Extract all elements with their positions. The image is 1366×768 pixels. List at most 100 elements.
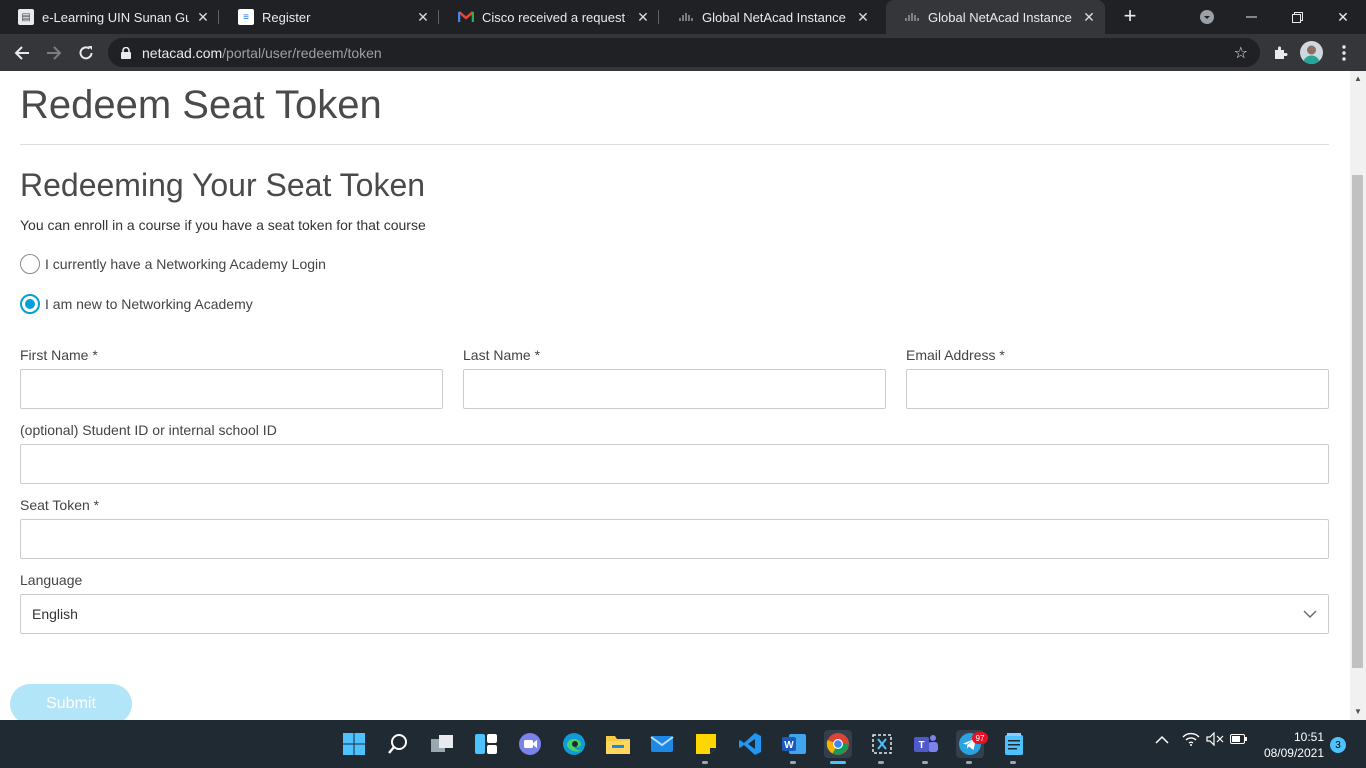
- browser-tab[interactable]: ▤ e-Learning UIN Sunan Gunung Djati ✕: [0, 0, 219, 34]
- new-tab-icon[interactable]: +: [1118, 5, 1142, 29]
- svg-text:W: W: [784, 740, 794, 751]
- mail-icon[interactable]: [648, 730, 676, 758]
- tab-separator: [438, 10, 439, 24]
- seat-token-label: Seat Token *: [20, 497, 100, 513]
- back-icon[interactable]: [9, 40, 35, 66]
- minimize-icon[interactable]: [1228, 0, 1274, 34]
- url-host: netacad.com: [142, 44, 223, 61]
- cisco-favicon-icon: [678, 9, 694, 25]
- close-tab-icon[interactable]: ✕: [1079, 7, 1099, 27]
- language-select[interactable]: English: [20, 594, 1329, 634]
- close-tab-icon[interactable]: ✕: [413, 7, 433, 27]
- volume-muted-icon[interactable]: [1206, 731, 1224, 749]
- notification-count-badge[interactable]: 3: [1330, 737, 1346, 753]
- bookmark-star-icon[interactable]: ☆: [1234, 43, 1248, 63]
- svg-text:T: T: [918, 740, 924, 751]
- elearning-favicon-icon: ▤: [18, 9, 34, 25]
- close-tab-icon[interactable]: ✕: [633, 7, 653, 27]
- tab-search-icon[interactable]: [1184, 0, 1230, 34]
- browser-tab-bar: ▤ e-Learning UIN Sunan Gunung Djati ✕ ≡ …: [0, 0, 1366, 34]
- profile-avatar[interactable]: [1300, 41, 1323, 64]
- chrome-icon[interactable]: [824, 730, 852, 758]
- word-icon[interactable]: W: [780, 730, 808, 758]
- active-indicator: [830, 761, 846, 764]
- running-indicator: [878, 761, 884, 764]
- search-icon[interactable]: [384, 730, 412, 758]
- file-explorer-icon[interactable]: [604, 730, 632, 758]
- browser-menu-icon[interactable]: [1331, 40, 1357, 66]
- task-view-icon[interactable]: [428, 730, 456, 758]
- radio-new-user[interactable]: I am new to Networking Academy: [20, 294, 253, 314]
- snipping-icon[interactable]: [868, 730, 896, 758]
- language-selected-value: English: [32, 606, 78, 622]
- page-scrollbar[interactable]: ▲ ▼: [1350, 71, 1366, 720]
- edge-icon[interactable]: [560, 730, 588, 758]
- browser-tab[interactable]: Global NetAcad Instance | Redeem ✕: [660, 0, 879, 34]
- radio-existing-login[interactable]: I currently have a Networking Academy Lo…: [20, 254, 326, 274]
- widgets-icon[interactable]: [472, 730, 500, 758]
- reload-icon[interactable]: [73, 40, 99, 66]
- student-id-label: (optional) Student ID or internal school…: [20, 422, 277, 438]
- url-text: netacad.com/portal/user/redeem/token: [142, 45, 382, 61]
- radio-button-unchecked[interactable]: [20, 254, 40, 274]
- running-indicator: [922, 761, 928, 764]
- browser-tab-active[interactable]: Global NetAcad Instance | Redeem ✕: [886, 0, 1105, 34]
- scroll-up-icon[interactable]: ▲: [1354, 74, 1362, 83]
- submit-button[interactable]: Submit: [10, 684, 132, 720]
- vscode-icon[interactable]: [736, 730, 764, 758]
- wifi-icon[interactable]: [1182, 732, 1200, 749]
- radio-button-checked[interactable]: [20, 294, 40, 314]
- section-title: Redeeming Your Seat Token: [20, 167, 426, 203]
- scrollbar-thumb[interactable]: [1352, 175, 1363, 668]
- running-indicator: [702, 761, 708, 764]
- sticky-notes-icon[interactable]: [692, 730, 720, 758]
- tab-title: Register: [262, 9, 311, 25]
- running-indicator: [790, 761, 796, 764]
- chevron-down-icon: [1303, 610, 1317, 618]
- scroll-down-icon[interactable]: ▼: [1354, 707, 1362, 716]
- first-name-input[interactable]: [20, 369, 443, 409]
- gmail-favicon-icon: [458, 9, 474, 25]
- close-window-icon[interactable]: ✕: [1320, 0, 1366, 34]
- language-label: Language: [20, 572, 83, 588]
- seat-token-input[interactable]: [20, 519, 1329, 559]
- battery-icon[interactable]: [1230, 732, 1248, 748]
- browser-tab[interactable]: Cisco received a request to update ✕: [440, 0, 659, 34]
- page-title: Redeem Seat Token: [20, 83, 382, 127]
- teams-icon[interactable]: T: [912, 730, 940, 758]
- close-tab-icon[interactable]: ✕: [853, 7, 873, 27]
- student-id-input[interactable]: [20, 444, 1329, 484]
- start-icon[interactable]: [340, 730, 368, 758]
- description-text: You can enroll in a course if you have a…: [20, 217, 426, 233]
- email-label: Email Address *: [906, 347, 1005, 363]
- browser-toolbar: netacad.com/portal/user/redeem/token ☆: [0, 34, 1366, 71]
- close-tab-icon[interactable]: ✕: [193, 7, 213, 27]
- url-path: /portal/user/redeem/token: [222, 44, 382, 61]
- notepad-icon[interactable]: [1000, 730, 1028, 758]
- divider: [20, 144, 1329, 145]
- tab-title: Cisco received a request to update: [482, 9, 629, 25]
- chat-icon[interactable]: [516, 730, 544, 758]
- lock-icon[interactable]: [120, 46, 132, 59]
- clock[interactable]: 10:51 08/09/2021: [1258, 729, 1324, 761]
- tab-title: Global NetAcad Instance | Redeem: [928, 9, 1075, 25]
- tab-title: Global NetAcad Instance | Redeem: [702, 9, 849, 25]
- address-bar[interactable]: netacad.com/portal/user/redeem/token ☆: [108, 38, 1260, 67]
- clock-date: 08/09/2021: [1263, 746, 1324, 760]
- radio-label: I currently have a Networking Academy Lo…: [45, 256, 326, 272]
- browser-tab[interactable]: ≡ Register ✕: [220, 0, 439, 34]
- last-name-label: Last Name *: [463, 347, 541, 363]
- last-name-input[interactable]: [463, 369, 886, 409]
- taskbar: W T 10:51 08/09/2021 3: [0, 720, 1366, 768]
- tab-separator: [218, 10, 219, 24]
- page-content: Redeem Seat Token Redeeming Your Seat To…: [0, 71, 1350, 720]
- chevron-up-icon[interactable]: [1155, 732, 1169, 748]
- restore-icon[interactable]: [1274, 0, 1320, 34]
- running-indicator: [966, 761, 972, 764]
- running-indicator: [1010, 761, 1016, 764]
- first-name-label: First Name *: [20, 347, 98, 363]
- email-input[interactable]: [906, 369, 1329, 409]
- radio-label: I am new to Networking Academy: [45, 296, 253, 312]
- extensions-icon[interactable]: [1267, 40, 1293, 66]
- forward-icon[interactable]: [41, 40, 67, 66]
